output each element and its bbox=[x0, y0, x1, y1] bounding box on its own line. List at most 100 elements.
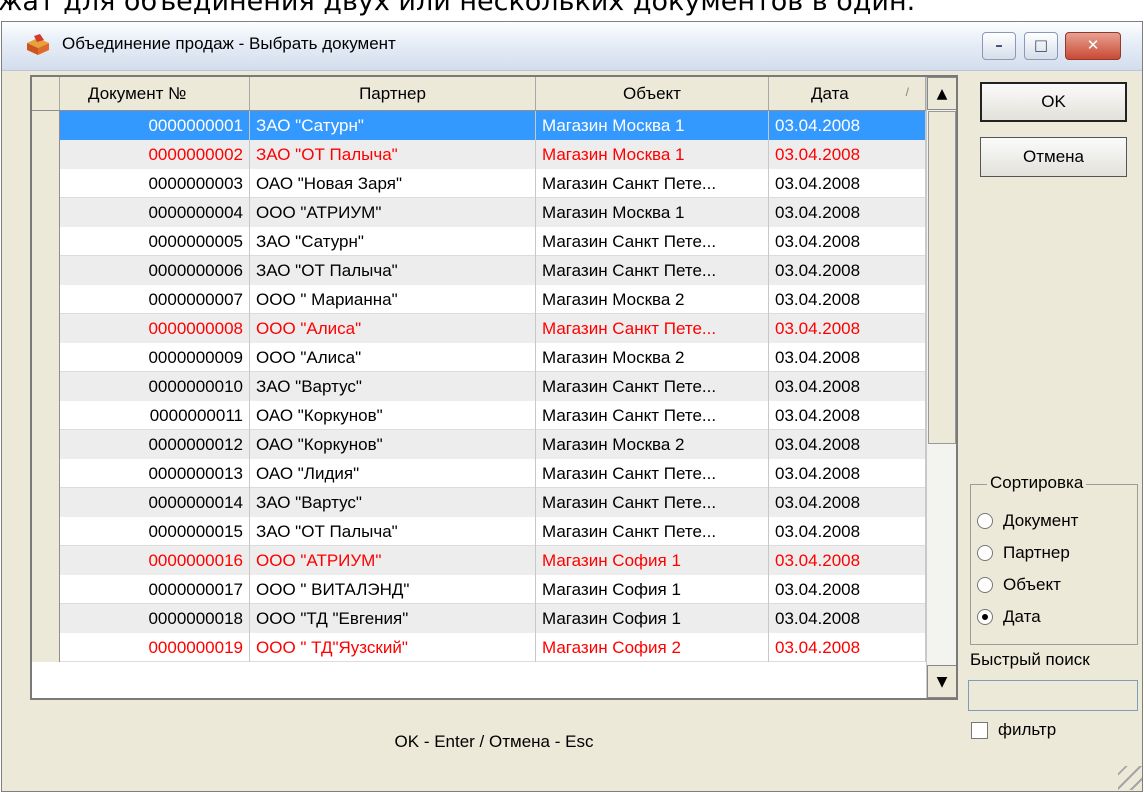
table-row[interactable]: 0000000014 ЗАО "Вартус" Магазин Санкт Пете… bbox=[32, 488, 926, 517]
cell-partner: ООО "АТРИУМ" bbox=[250, 198, 536, 227]
cell-object: Магазин Санкт Пете... bbox=[536, 372, 769, 401]
radio-label: Партнер bbox=[1003, 543, 1070, 562]
cell-date: 03.04.2008 bbox=[769, 169, 926, 198]
table-row[interactable]: 0000000017 ООО " ВИТАЛЭНД" Магазин София 1… bbox=[32, 575, 926, 604]
cell-date: 03.04.2008 bbox=[769, 140, 926, 169]
table-row[interactable]: 0000000010 ЗАО "Вартус" Магазин Санкт Пете… bbox=[32, 372, 926, 401]
cell-document: 0000000009 bbox=[60, 343, 250, 372]
scroll-down-button[interactable]: ▼ bbox=[927, 665, 956, 698]
cell-object: Магазин София 2 bbox=[536, 633, 769, 662]
cancel-button[interactable]: Отмена bbox=[980, 137, 1127, 177]
table-row[interactable]: 0000000006 ЗАО "ОТ Палыча" Магазин Санкт П… bbox=[32, 256, 926, 285]
cell-date: 03.04.2008 bbox=[769, 314, 926, 343]
cell-date: 03.04.2008 bbox=[769, 604, 926, 633]
table-row[interactable]: 0000000015 ЗАО "ОТ Палыча" Магазин Санкт П… bbox=[32, 517, 926, 546]
cell-date: 03.04.2008 bbox=[769, 256, 926, 285]
cell-object: Магазин Санкт Пете... bbox=[536, 401, 769, 430]
cell-object: Магазин Москва 1 bbox=[536, 140, 769, 169]
row-indicator bbox=[32, 140, 60, 169]
row-indicator bbox=[32, 256, 60, 285]
table-row[interactable]: 0000000001 ЗАО "Сатурн" Магазин Москва 1 03… bbox=[32, 111, 926, 140]
radio-button[interactable] bbox=[977, 609, 993, 625]
cell-document: 0000000015 bbox=[60, 517, 250, 546]
radio-label: Объект bbox=[1003, 575, 1061, 594]
documents-grid[interactable]: Документ № Партнер Объект Дата / 0000000… bbox=[30, 75, 958, 700]
filter-checkbox-box[interactable] bbox=[971, 721, 988, 739]
row-indicator bbox=[32, 372, 60, 401]
radio-label: Документ bbox=[1003, 511, 1079, 530]
table-row[interactable]: 0000000005 ЗАО "Сатурн" Магазин Санкт Пете… bbox=[32, 227, 926, 256]
column-header-document[interactable]: Документ № bbox=[60, 77, 250, 110]
column-header-date-label: Дата bbox=[811, 83, 849, 103]
header-indicator bbox=[32, 77, 60, 110]
cell-document: 0000000008 bbox=[60, 314, 250, 343]
cell-document: 0000000010 bbox=[60, 372, 250, 401]
cell-date: 03.04.2008 bbox=[769, 488, 926, 517]
radio-label: Дата bbox=[1003, 607, 1041, 626]
row-indicator bbox=[32, 111, 60, 140]
status-text: OK - Enter / Отмена - Esc bbox=[394, 732, 594, 751]
table-row[interactable]: 0000000007 ООО " Марианна" Магазин Москва … bbox=[32, 285, 926, 314]
background-caption: жат для объединения двух или нескольких … bbox=[0, 0, 916, 17]
cell-date: 03.04.2008 bbox=[769, 372, 926, 401]
cell-document: 0000000013 bbox=[60, 459, 250, 488]
column-header-date[interactable]: Дата / bbox=[769, 77, 926, 110]
cell-date: 03.04.2008 bbox=[769, 459, 926, 488]
table-row[interactable]: 0000000003 ОАО "Новая Заря" Магазин Санкт … bbox=[32, 169, 926, 198]
table-row[interactable]: 0000000008 ООО "Алиса" Магазин Санкт Пете.… bbox=[32, 314, 926, 343]
table-row[interactable]: 0000000019 ООО " ТД"Яузский" Магазин София… bbox=[32, 633, 926, 662]
column-header-object[interactable]: Объект bbox=[536, 77, 769, 110]
quick-search-label: Быстрый поиск bbox=[970, 650, 1090, 669]
table-row[interactable]: 0000000009 ООО "Алиса" Магазин Москва 2 03.… bbox=[32, 343, 926, 372]
ok-button[interactable]: OK bbox=[980, 82, 1127, 122]
cell-partner: ОАО "Коркунов" bbox=[250, 430, 536, 459]
cell-date: 03.04.2008 bbox=[769, 430, 926, 459]
row-indicator bbox=[32, 575, 60, 604]
cell-date: 03.04.2008 bbox=[769, 343, 926, 372]
cell-object: Магазин Москва 1 bbox=[536, 111, 769, 140]
table-row[interactable]: 0000000016 ООО "АТРИУМ" Магазин София 1 03.… bbox=[32, 546, 926, 575]
vertical-scrollbar[interactable]: ▲ ▼ bbox=[926, 77, 956, 698]
table-row[interactable]: 0000000018 ООО "ТД "Евгения" Магазин София… bbox=[32, 604, 926, 633]
filter-checkbox[interactable]: фильтр bbox=[971, 720, 1056, 740]
cell-document: 0000000002 bbox=[60, 140, 250, 169]
radio-button[interactable] bbox=[977, 577, 993, 593]
table-row[interactable]: 0000000012 ОАО "Коркунов" Магазин Москва 2… bbox=[32, 430, 926, 459]
column-header-partner[interactable]: Партнер bbox=[250, 77, 536, 110]
cell-object: Магазин Москва 2 bbox=[536, 430, 769, 459]
cell-partner: ЗАО "ОТ Палыча" bbox=[250, 140, 536, 169]
cell-object: Магазин Санкт Пете... bbox=[536, 517, 769, 546]
title-bar[interactable]: Объединение продаж - Выбрать документ – … bbox=[2, 22, 1142, 71]
resize-grip-icon[interactable] bbox=[1118, 766, 1142, 790]
radio-button[interactable] bbox=[977, 513, 993, 529]
cell-object: Магазин Санкт Пете... bbox=[536, 459, 769, 488]
cell-date: 03.04.2008 bbox=[769, 401, 926, 430]
box-icon bbox=[27, 34, 49, 55]
radio-button[interactable] bbox=[977, 545, 993, 561]
table-row[interactable]: 0000000013 ОАО "Лидия" Магазин Санкт Пете.… bbox=[32, 459, 926, 488]
cell-date: 03.04.2008 bbox=[769, 546, 926, 575]
window-title: Объединение продаж - Выбрать документ bbox=[62, 34, 396, 53]
sort-option-3[interactable]: Объект bbox=[977, 575, 1061, 595]
table-row[interactable]: 0000000011 ОАО "Коркунов" Магазин Санкт Пе… bbox=[32, 401, 926, 430]
arrow-down-icon: ▼ bbox=[936, 673, 948, 690]
row-indicator bbox=[32, 604, 60, 633]
maximize-button[interactable]: □ bbox=[1024, 32, 1058, 60]
cell-document: 0000000016 bbox=[60, 546, 250, 575]
sort-option-4[interactable]: Дата bbox=[977, 607, 1041, 627]
sort-option-1[interactable]: Документ bbox=[977, 511, 1078, 531]
cell-object: Магазин Москва 2 bbox=[536, 343, 769, 372]
row-indicator bbox=[32, 488, 60, 517]
table-row[interactable]: 0000000002 ЗАО "ОТ Палыча" Магазин Москва … bbox=[32, 140, 926, 169]
scroll-up-button[interactable]: ▲ bbox=[927, 77, 956, 110]
quick-search-input[interactable] bbox=[968, 680, 1138, 711]
cell-partner: ОАО "Новая Заря" bbox=[250, 169, 536, 198]
cell-partner: ООО " Марианна" bbox=[250, 285, 536, 314]
minimize-button[interactable]: – bbox=[982, 32, 1016, 60]
table-row[interactable]: 0000000004 ООО "АТРИУМ" Магазин Москва 1 03… bbox=[32, 198, 926, 227]
row-indicator bbox=[32, 430, 60, 459]
close-button[interactable]: ✕ bbox=[1065, 32, 1121, 60]
scroll-thumb[interactable] bbox=[928, 111, 956, 444]
sort-option-2[interactable]: Партнер bbox=[977, 543, 1070, 563]
cell-date: 03.04.2008 bbox=[769, 575, 926, 604]
